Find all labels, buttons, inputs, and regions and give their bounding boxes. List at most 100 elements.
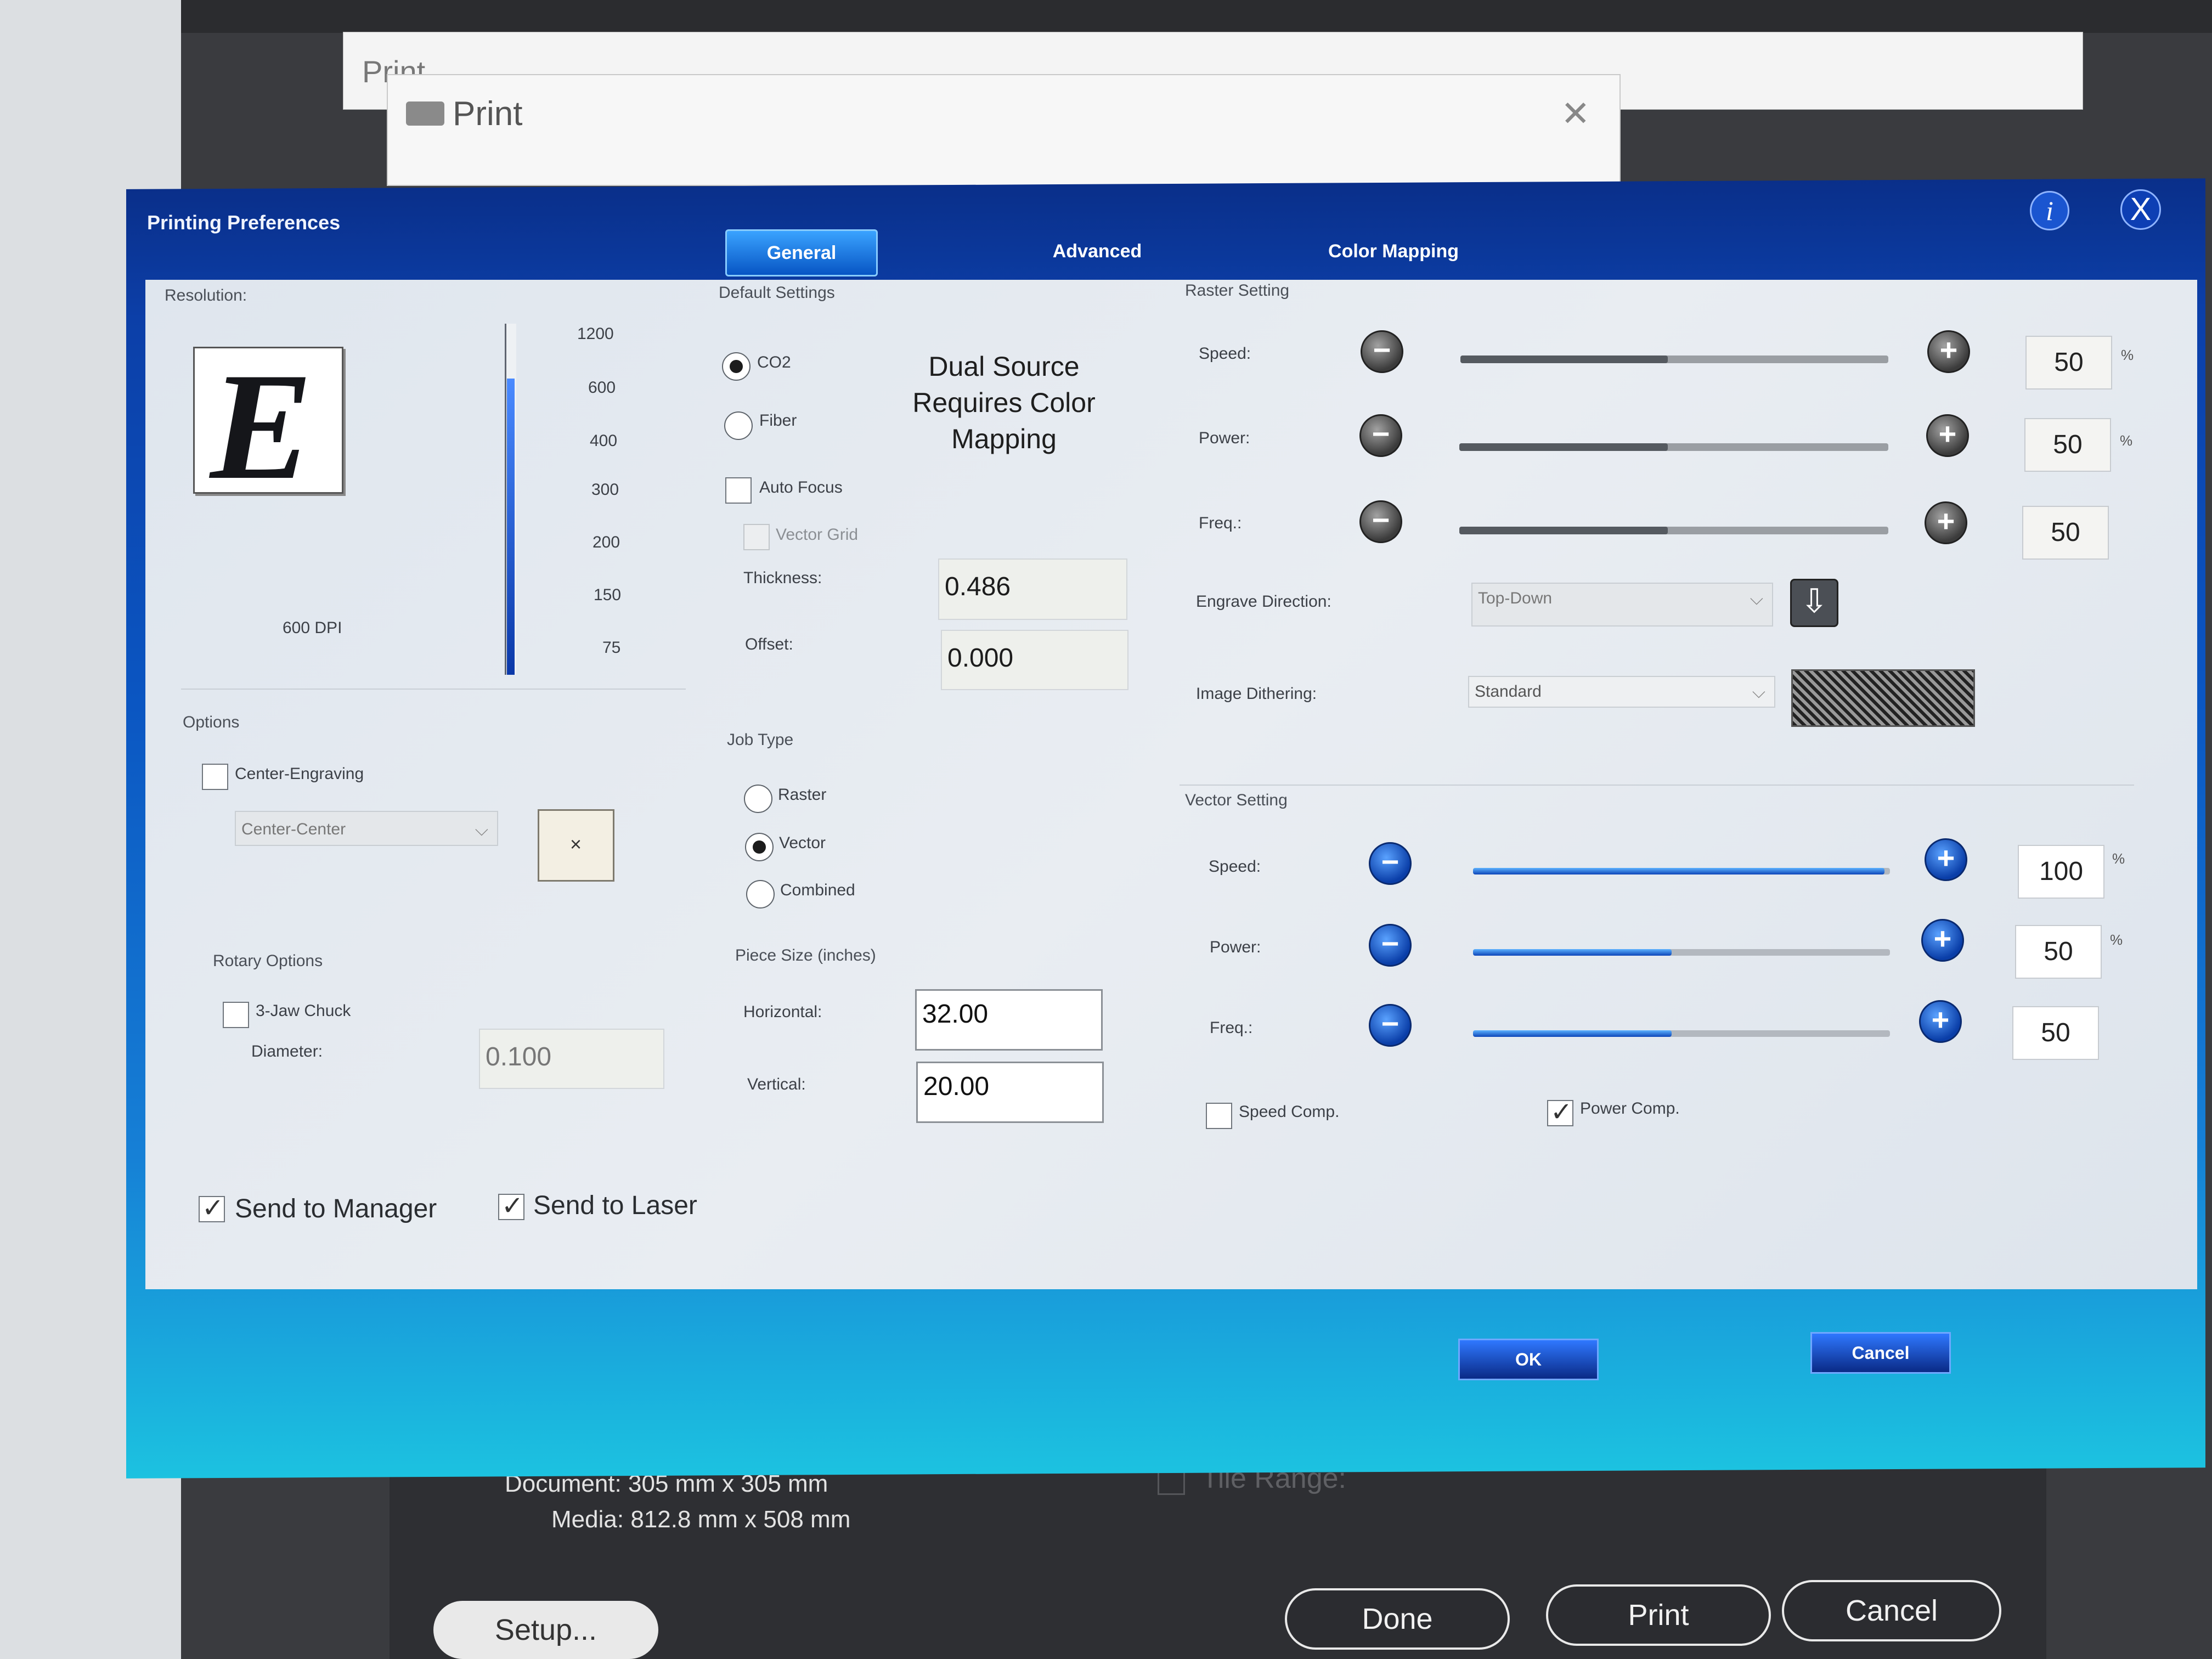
send-to-laser-label: Send to Laser (533, 1191, 697, 1220)
tab-advanced[interactable]: Advanced (1020, 229, 1174, 273)
three-jaw-chuck-checkbox[interactable] (223, 1002, 249, 1028)
dpi-level[interactable]: 1200 (577, 325, 614, 343)
engrave-direction-select[interactable]: Top-Down ⌵ (1471, 583, 1773, 627)
combined-label: Combined (780, 881, 855, 899)
vector-freq-value[interactable]: 50 (2012, 1006, 2099, 1060)
dpi-level[interactable]: 150 (594, 586, 621, 605)
divider (181, 689, 686, 690)
engrave-direction-label: Engrave Direction: (1196, 592, 1331, 611)
vector-setting-header: Vector Setting (1185, 791, 1288, 809)
vector-speed-label: Speed: (1209, 857, 1261, 876)
power-comp-label: Power Comp. (1580, 1099, 1680, 1118)
prefs-close-button[interactable]: X (2120, 189, 2161, 230)
current-dpi: 600 DPI (283, 619, 342, 637)
fiber-label: Fiber (759, 411, 797, 430)
raster-speed-value[interactable]: 50 (2025, 336, 2112, 390)
raster-freq-minus-button[interactable]: − (1359, 500, 1402, 543)
setup-button[interactable]: Setup... (433, 1601, 658, 1659)
percent-sign: % (2121, 347, 2134, 363)
speed-comp-checkbox[interactable] (1206, 1103, 1232, 1129)
media-size: Media: 812.8 mm x 508 mm (551, 1506, 851, 1533)
vector-freq-plus-button[interactable]: + (1919, 1000, 1962, 1043)
done-button[interactable]: Done (1285, 1588, 1510, 1650)
close-icon[interactable]: ✕ (1561, 93, 1590, 134)
offset-field[interactable]: 0.000 (941, 630, 1128, 690)
power-comp-checkbox[interactable] (1547, 1097, 1573, 1127)
cancel-button[interactable]: Cancel (1782, 1580, 2001, 1641)
dpi-level[interactable]: 200 (592, 533, 620, 552)
dpi-level[interactable]: 600 (588, 379, 616, 397)
vector-speed-minus-button[interactable]: − (1369, 842, 1412, 885)
co2-label: CO2 (757, 353, 791, 371)
combined-radio[interactable] (746, 880, 775, 909)
tab-color-mapping[interactable]: Color Mapping (1314, 229, 1473, 273)
prefs-cancel-button[interactable]: Cancel (1810, 1332, 1951, 1374)
offset-label: Offset: (745, 635, 793, 653)
horizontal-label: Horizontal: (743, 1003, 822, 1021)
dpi-level[interactable]: 75 (602, 639, 620, 657)
vector-grid-label: Vector Grid (776, 526, 859, 544)
vector-power-minus-button[interactable]: − (1369, 924, 1412, 967)
printer-icon (406, 101, 444, 126)
raster-freq-plus-button[interactable]: + (1925, 501, 1967, 544)
job-type-header: Job Type (727, 731, 794, 749)
co2-radio[interactable] (722, 352, 751, 381)
vector-speed-plus-button[interactable]: + (1925, 838, 1967, 881)
center-engraving-checkbox[interactable] (202, 764, 228, 790)
vector-freq-minus-button[interactable]: − (1369, 1004, 1412, 1047)
resolution-slider-fill (507, 379, 515, 675)
chevron-down-icon: ⌵ (1752, 682, 1765, 702)
percent-sign: % (2110, 932, 2123, 948)
thickness-label: Thickness: (743, 569, 822, 587)
info-icon[interactable]: i (2030, 191, 2069, 230)
ok-button[interactable]: OK (1458, 1339, 1599, 1380)
vector-power-fill (1473, 949, 1672, 956)
resolution-header: Resolution: (165, 286, 247, 304)
diameter-label: Diameter: (251, 1042, 323, 1060)
send-to-laser-checkbox[interactable] (498, 1190, 524, 1221)
raster-setting-header: Raster Setting (1185, 281, 1290, 300)
raster-power-label: Power: (1199, 429, 1250, 447)
vector-freq-fill (1473, 1030, 1672, 1037)
raster-speed-plus-button[interactable]: + (1927, 330, 1970, 373)
send-to-manager-checkbox[interactable] (199, 1193, 225, 1223)
raster-speed-fill (1460, 356, 1668, 363)
vector-label: Vector (779, 834, 826, 852)
dither-preview (1791, 669, 1975, 727)
dpi-level[interactable]: 300 (591, 481, 619, 499)
rotary-options-header: Rotary Options (213, 952, 323, 970)
vector-power-plus-button[interactable]: + (1921, 919, 1964, 962)
send-to-manager-label: Send to Manager (235, 1194, 437, 1223)
prefs-title: Printing Preferences (147, 211, 341, 234)
raster-freq-fill (1459, 527, 1668, 534)
epilog-logo: E (193, 341, 343, 511)
diameter-field[interactable]: 0.100 (479, 1029, 664, 1089)
auto-focus-checkbox[interactable] (725, 477, 752, 504)
raster-power-value[interactable]: 50 (2024, 418, 2111, 472)
center-position-select[interactable]: Center-Center ⌵ (235, 811, 498, 846)
vector-radio[interactable] (745, 833, 774, 861)
raster-power-fill (1459, 443, 1668, 451)
raster-freq-value[interactable]: 50 (2022, 506, 2109, 560)
dual-source-note: Dual Source Requires Color Mapping (912, 351, 1096, 454)
raster-radio[interactable] (744, 785, 772, 813)
fiber-radio[interactable] (724, 411, 753, 440)
image-dithering-label: Image Dithering: (1196, 685, 1317, 703)
vector-power-value[interactable]: 50 (2015, 925, 2102, 979)
tab-general[interactable]: General (725, 229, 878, 276)
raster-power-minus-button[interactable]: − (1359, 414, 1402, 457)
dpi-level[interactable]: 400 (590, 432, 617, 450)
vector-speed-value[interactable]: 100 (2018, 845, 2104, 899)
thickness-field[interactable]: 0.486 (938, 558, 1127, 620)
options-header: Options (183, 713, 240, 731)
vector-grid-checkbox[interactable] (743, 524, 770, 550)
arrow-down-icon[interactable]: ⇩ (1790, 579, 1838, 627)
center-position-icon[interactable]: × (538, 809, 614, 882)
vertical-label: Vertical: (747, 1075, 806, 1093)
print-button[interactable]: Print (1546, 1584, 1771, 1646)
raster-power-plus-button[interactable]: + (1926, 414, 1969, 457)
horizontal-field[interactable]: 32.00 (915, 989, 1103, 1051)
raster-speed-minus-button[interactable]: − (1361, 330, 1403, 373)
image-dithering-select[interactable]: Standard ⌵ (1468, 676, 1775, 708)
vertical-field[interactable]: 20.00 (916, 1062, 1104, 1123)
